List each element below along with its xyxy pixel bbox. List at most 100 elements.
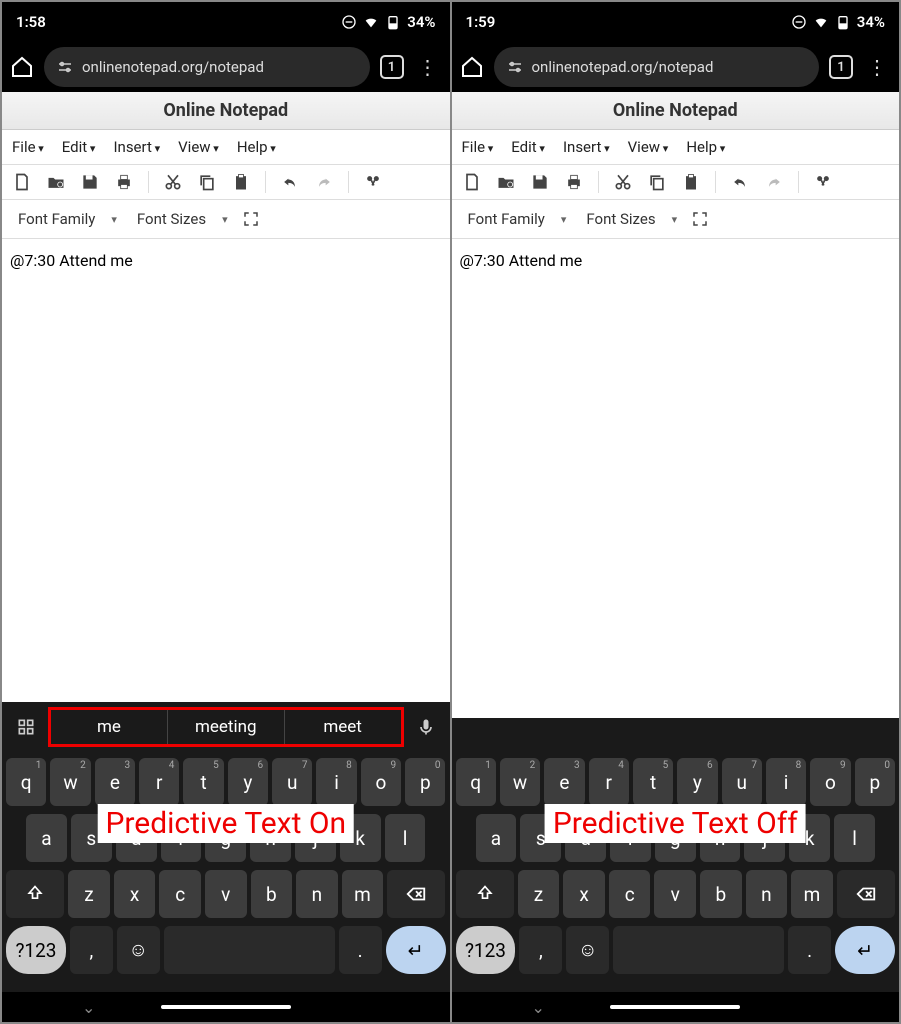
- suggestion-2[interactable]: meeting: [168, 710, 285, 744]
- menu-insert[interactable]: Insert: [113, 138, 160, 156]
- key-m[interactable]: m: [791, 870, 833, 918]
- menu-edit[interactable]: Edit: [62, 138, 96, 156]
- key-y[interactable]: y6: [677, 758, 717, 806]
- key-q[interactable]: q1: [6, 758, 46, 806]
- nav-pill[interactable]: [161, 1005, 291, 1009]
- shift-key[interactable]: [456, 870, 514, 918]
- key-r[interactable]: r4: [139, 758, 179, 806]
- key-i[interactable]: i8: [316, 758, 356, 806]
- enter-key[interactable]: ↵: [835, 926, 895, 974]
- menu-file[interactable]: File: [12, 138, 44, 156]
- menu-help[interactable]: Help: [686, 138, 725, 156]
- key-o[interactable]: o9: [810, 758, 850, 806]
- paste-icon[interactable]: [681, 172, 701, 192]
- copy-icon[interactable]: [647, 172, 667, 192]
- key-v[interactable]: v: [205, 870, 247, 918]
- undo-icon[interactable]: [280, 172, 300, 192]
- menu-view[interactable]: View: [178, 138, 219, 156]
- key-t[interactable]: t5: [633, 758, 673, 806]
- more-menu-icon[interactable]: ⋮: [863, 55, 891, 79]
- mic-icon[interactable]: [408, 709, 444, 745]
- menu-insert[interactable]: Insert: [563, 138, 610, 156]
- comma-key[interactable]: ,: [70, 926, 113, 974]
- key-e[interactable]: e3: [95, 758, 135, 806]
- key-a[interactable]: a: [476, 814, 517, 862]
- key-v[interactable]: v: [654, 870, 696, 918]
- cut-icon[interactable]: [613, 172, 633, 192]
- menu-edit[interactable]: Edit: [511, 138, 545, 156]
- tab-switcher[interactable]: 1: [380, 55, 404, 79]
- key-w[interactable]: w2: [500, 758, 540, 806]
- tab-switcher[interactable]: 1: [829, 55, 853, 79]
- key-n[interactable]: n: [746, 870, 788, 918]
- key-w[interactable]: w2: [50, 758, 90, 806]
- numeric-key[interactable]: ?123: [456, 926, 516, 974]
- open-icon[interactable]: [496, 172, 516, 192]
- key-p[interactable]: p0: [405, 758, 445, 806]
- url-bar[interactable]: onlinenotepad.org/notepad: [44, 47, 370, 87]
- menu-file[interactable]: File: [462, 138, 494, 156]
- emoji-key[interactable]: ☺: [566, 926, 609, 974]
- enter-key[interactable]: ↵: [386, 926, 446, 974]
- save-icon[interactable]: [530, 172, 550, 192]
- home-icon[interactable]: [460, 55, 484, 79]
- copy-icon[interactable]: [197, 172, 217, 192]
- suggestion-3[interactable]: meet: [285, 710, 401, 744]
- print-icon[interactable]: [564, 172, 584, 192]
- more-menu-icon[interactable]: ⋮: [414, 55, 442, 79]
- open-icon[interactable]: [46, 172, 66, 192]
- undo-icon[interactable]: [730, 172, 750, 192]
- key-c[interactable]: c: [609, 870, 651, 918]
- font-family-dropdown[interactable]: Font Family: [462, 206, 573, 232]
- suggestion-1[interactable]: me: [51, 710, 168, 744]
- key-z[interactable]: z: [518, 870, 560, 918]
- redo-icon[interactable]: [314, 172, 334, 192]
- print-icon[interactable]: [114, 172, 134, 192]
- nav-pill[interactable]: [610, 1005, 740, 1009]
- key-i[interactable]: i8: [766, 758, 806, 806]
- key-u[interactable]: u7: [272, 758, 312, 806]
- nav-caret-icon[interactable]: ⌄: [82, 998, 95, 1017]
- key-c[interactable]: c: [159, 870, 201, 918]
- shift-key[interactable]: [6, 870, 64, 918]
- key-p[interactable]: p0: [855, 758, 895, 806]
- key-m[interactable]: m: [342, 870, 384, 918]
- key-t[interactable]: t5: [183, 758, 223, 806]
- key-r[interactable]: r4: [589, 758, 629, 806]
- fullscreen-icon[interactable]: [691, 210, 709, 228]
- key-l[interactable]: l: [385, 814, 426, 862]
- backspace-key[interactable]: [387, 870, 445, 918]
- key-x[interactable]: x: [563, 870, 605, 918]
- font-family-dropdown[interactable]: Font Family: [12, 206, 123, 232]
- editor-area[interactable]: @7:30 Attend me: [2, 239, 450, 702]
- space-key[interactable]: [613, 926, 784, 974]
- font-size-dropdown[interactable]: Font Sizes: [131, 206, 234, 232]
- menu-view[interactable]: View: [628, 138, 669, 156]
- key-b[interactable]: b: [700, 870, 742, 918]
- paste-icon[interactable]: [231, 172, 251, 192]
- nav-caret-icon[interactable]: ⌄: [532, 998, 545, 1017]
- key-e[interactable]: e3: [544, 758, 584, 806]
- font-size-dropdown[interactable]: Font Sizes: [580, 206, 683, 232]
- key-u[interactable]: u7: [722, 758, 762, 806]
- key-o[interactable]: o9: [361, 758, 401, 806]
- comma-key[interactable]: ,: [519, 926, 562, 974]
- key-a[interactable]: a: [26, 814, 67, 862]
- cut-icon[interactable]: [163, 172, 183, 192]
- save-icon[interactable]: [80, 172, 100, 192]
- menu-help[interactable]: Help: [237, 138, 276, 156]
- fullscreen-icon[interactable]: [242, 210, 260, 228]
- key-l[interactable]: l: [834, 814, 875, 862]
- emoji-key[interactable]: ☺: [117, 926, 160, 974]
- key-b[interactable]: b: [251, 870, 293, 918]
- url-bar[interactable]: onlinenotepad.org/notepad: [494, 47, 820, 87]
- space-key[interactable]: [164, 926, 335, 974]
- key-n[interactable]: n: [296, 870, 338, 918]
- key-q[interactable]: q1: [456, 758, 496, 806]
- period-key[interactable]: .: [788, 926, 831, 974]
- find-icon[interactable]: [813, 172, 833, 192]
- editor-area[interactable]: @7:30 Attend me: [452, 239, 900, 718]
- home-icon[interactable]: [10, 55, 34, 79]
- key-z[interactable]: z: [68, 870, 110, 918]
- numeric-key[interactable]: ?123: [6, 926, 66, 974]
